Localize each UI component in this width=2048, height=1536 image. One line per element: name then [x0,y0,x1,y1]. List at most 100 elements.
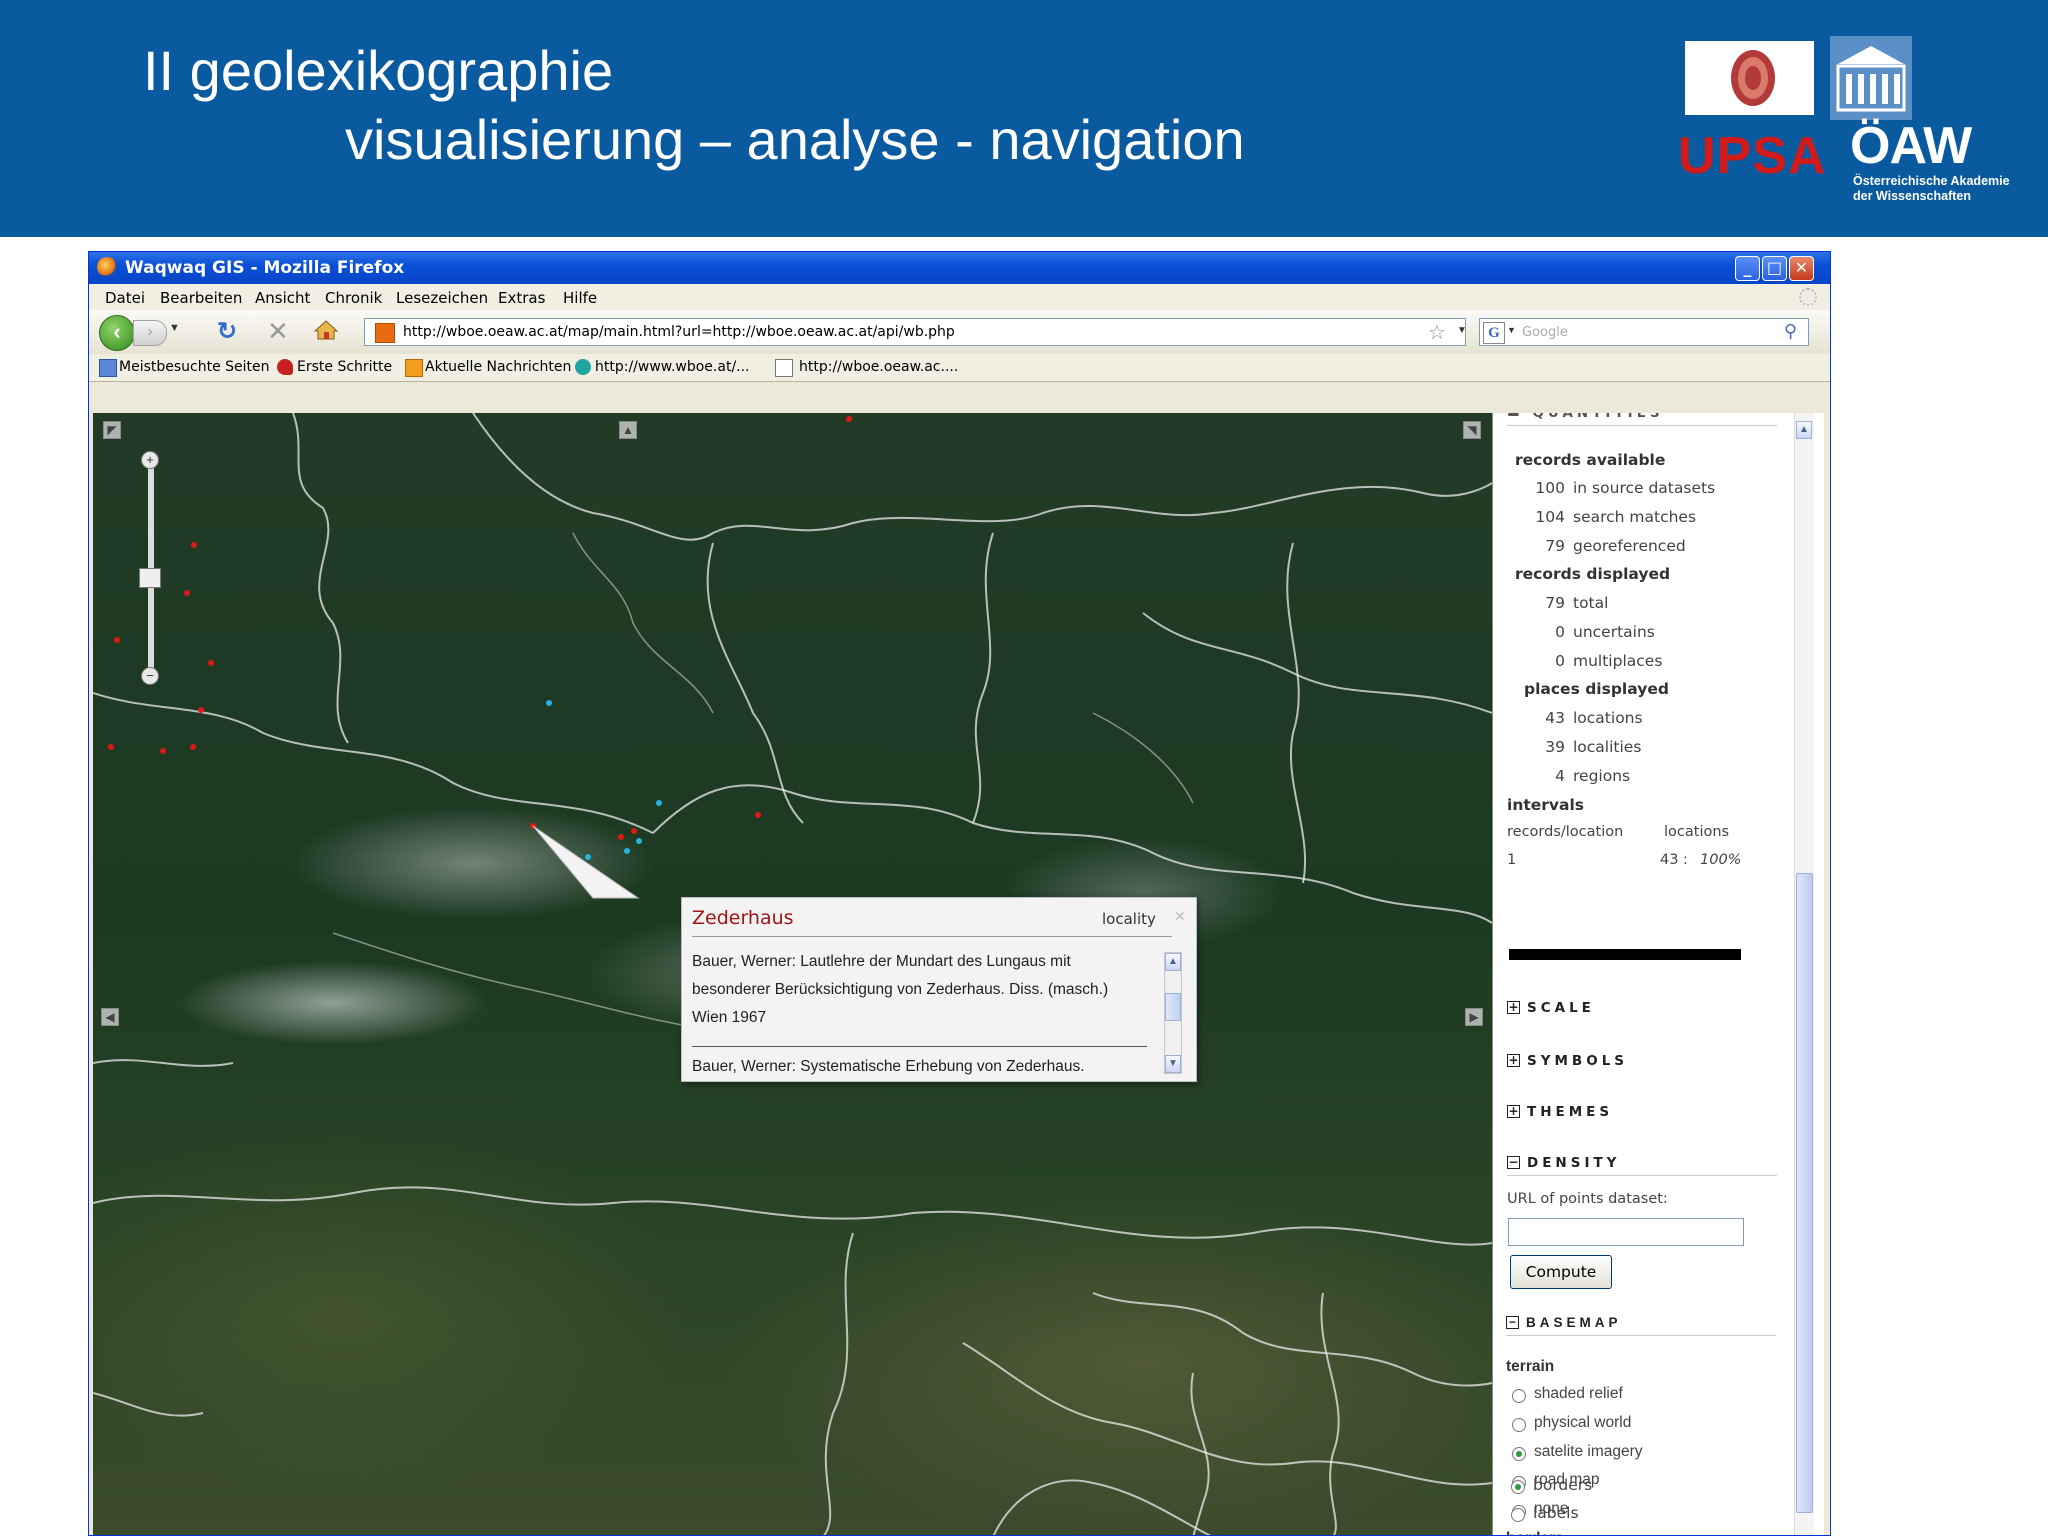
window-titlebar[interactable]: Waqwaq GIS - Mozilla Firefox _ □ ✕ [89,252,1830,284]
info-panel: ▬ QUANTITIES records available 100 in so… [1492,413,1824,1535]
oaw-building-logo [1830,36,1912,120]
expand-icon[interactable]: + [1507,1001,1520,1014]
url-bar[interactable]: http://wboe.oeaw.ac.at/map/main.html?url… [364,318,1467,346]
map-view[interactable]: ◤ ▲ ◥ ◀ ▶ + − Zederhaus locality ✕ Bauer… [93,413,1492,1535]
intervals-heading: intervals [1507,796,1585,814]
popup-title: Zederhaus [692,907,794,929]
displayed-label: total [1573,594,1609,612]
interval-value: 1 [1507,852,1517,868]
panel-scroll-thumb[interactable] [1796,873,1813,1513]
displayed-value: 0 [1555,623,1565,641]
minimize-button[interactable]: _ [1735,256,1760,281]
scroll-up-icon[interactable]: ▲ [1165,953,1181,971]
symbols-section-label: SYMBOLS [1527,1053,1629,1069]
bookmark-star-icon[interactable]: ☆ [1428,320,1446,345]
browser-window: Waqwaq GIS - Mozilla Firefox _ □ ✕ Datei… [88,251,1831,1536]
symbols-section-header[interactable]: + SYMBOLS [1507,1053,1628,1069]
places-label: locations [1573,709,1643,727]
scroll-up-icon[interactable]: ▲ [1796,421,1812,439]
popup-type-label: locality [1102,910,1156,928]
records-value: 104 [1535,508,1565,526]
search-placeholder: Google [1522,325,1568,340]
popup-scroll-thumb[interactable] [1165,993,1181,1021]
expand-icon[interactable]: + [1507,1054,1520,1067]
density-section-header[interactable]: − DENSITY [1507,1155,1620,1171]
bookmark-most-visited[interactable]: Meistbesuchte Seiten [119,359,270,375]
pan-northeast-icon[interactable]: ◥ [1463,421,1481,439]
scale-section-label: SCALE [1527,1000,1595,1016]
page-icon [775,359,793,377]
google-engine-icon[interactable]: G [1483,322,1505,344]
zoom-slider-handle[interactable] [139,568,161,588]
bookmark-wboe-at[interactable]: http://www.wboe.at/... [595,359,750,375]
scroll-down-icon[interactable]: ▼ [1165,1055,1181,1073]
most-visited-icon [99,359,117,377]
firefox-icon [97,257,117,277]
throbber-icon [1799,288,1817,306]
history-dropdown-icon[interactable]: ▼ [169,322,180,334]
bookmark-wboe-oeaw[interactable]: http://wboe.oeaw.ac.... [799,359,958,375]
rss-feed-icon [405,359,423,377]
popup-entry-line: besonderer Berücksichtigung von Zederhau… [692,981,1109,998]
popup-entry: Bauer, Werner: Lautlehre der Mundart des… [692,948,1152,1032]
menu-hilfe[interactable]: Hilfe [563,289,597,307]
density-url-label: URL of points dataset: [1507,1191,1668,1207]
borders-radio[interactable] [1511,1508,1525,1522]
menu-datei[interactable]: Datei [105,289,145,307]
menu-extras[interactable]: Extras [498,289,545,307]
bookmark-news[interactable]: Aktuelle Nachrichten [425,359,571,375]
oaw-subtitle-line2: der Wissenschaften [1853,189,1971,203]
borders-option[interactable]: labels [1533,1504,1579,1522]
menu-bearbeiten[interactable]: Bearbeiten [160,289,242,307]
quantities-section-header: ▬ QUANTITIES [1507,413,1664,421]
popup-entry-line: Bauer, Werner: Lautlehre der Mundart des… [692,953,1071,970]
pan-east-icon[interactable]: ▶ [1465,1008,1483,1026]
back-button[interactable]: ‹ [99,315,135,351]
zoom-in-icon[interactable]: + [141,451,159,469]
records-available-heading: records available [1515,451,1666,469]
bookmarks-toolbar: Meistbesuchte Seiten Erste Schritte Aktu… [89,354,1830,382]
pan-northwest-icon[interactable]: ◤ [103,421,121,439]
site-favicon-icon [375,323,395,343]
popup-scrollbar[interactable]: ▲ ▼ [1164,952,1182,1074]
borders-option[interactable]: borders [1533,1476,1592,1494]
menu-bar: Datei Bearbeiten Ansicht Chronik Lesezei… [89,284,1830,310]
collapse-icon[interactable]: − [1507,1156,1520,1169]
reload-icon[interactable]: ↻ [217,317,237,346]
intervals-col-records: records/location [1507,824,1624,840]
panel-scrollbar[interactable]: ▲ [1794,413,1814,1535]
themes-section-label: THEMES [1527,1104,1614,1120]
close-button[interactable]: ✕ [1789,256,1814,281]
stop-icon[interactable]: ✕ [267,316,289,347]
pan-west-icon[interactable]: ◀ [101,1008,119,1026]
menu-lesezeichen[interactable]: Lesezeichen [396,289,488,307]
oaw-logo-subtitle: Österreichische Akademie der Wissenschaf… [1853,174,2010,204]
themes-section-header[interactable]: + THEMES [1507,1104,1613,1120]
displayed-value: 0 [1555,652,1565,670]
places-label: regions [1573,767,1631,785]
zoom-out-icon[interactable]: − [141,667,159,685]
url-dropdown-icon[interactable]: ▼ [1457,325,1467,336]
density-section-label: DENSITY [1527,1155,1621,1171]
popup-entry-line: Bauer, Werner: Systematische Erhebung vo… [692,1058,1085,1075]
bookmark-first-steps[interactable]: Erste Schritte [297,359,392,375]
menu-ansicht[interactable]: Ansicht [255,289,310,307]
records-value: 79 [1545,537,1565,555]
displayed-value: 79 [1545,594,1565,612]
upsa-logo-text: UPSA [1678,127,1827,185]
home-icon[interactable] [313,320,339,340]
scale-section-header[interactable]: + SCALE [1507,1000,1595,1016]
expand-icon[interactable]: + [1507,1105,1520,1118]
maximize-button[interactable]: □ [1762,256,1787,281]
menu-chronik[interactable]: Chronik [325,289,382,307]
engine-dropdown-icon[interactable]: ▼ [1507,325,1516,335]
search-icon[interactable]: ⚲ [1784,321,1797,342]
forward-button[interactable]: › [133,320,167,346]
interval-count: 43 : [1660,852,1688,868]
wboe-site-icon [575,359,591,375]
borders-radio-selected[interactable] [1511,1480,1525,1494]
search-bar[interactable]: G ▼ Google ⚲ [1479,318,1809,346]
pan-north-icon[interactable]: ▲ [619,421,637,439]
popup-entry-divider [692,1046,1147,1047]
popup-close-icon[interactable]: ✕ [1174,908,1186,925]
